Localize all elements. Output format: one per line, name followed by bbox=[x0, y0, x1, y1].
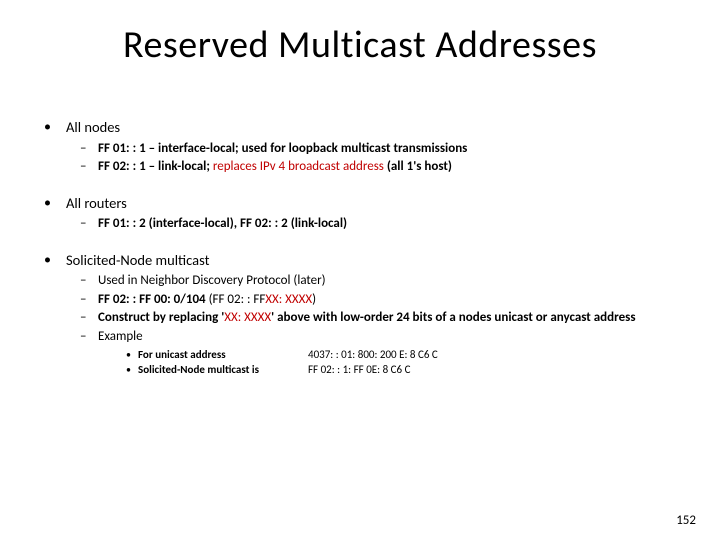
text: Example bbox=[98, 329, 143, 344]
example-value: FF 02: : 1: FF 0E: 8 C6 C bbox=[308, 363, 410, 376]
addr-desc-pre: – link-local; bbox=[146, 159, 213, 174]
example-value: 4037: : 01: 800: 200 E: 8 C6 C bbox=[308, 348, 438, 361]
sub-bullet: Used in Neighbor Discovery Protocol (lat… bbox=[66, 272, 680, 290]
example-row: For unicast address4037: : 01: 800: 200 … bbox=[98, 348, 680, 363]
text-pre: Construct by replacing ' bbox=[98, 310, 224, 325]
bullet-all-nodes: All nodes FF 01: : 1 – interface-local; … bbox=[42, 118, 680, 176]
addr-desc-post: (all 1's host) bbox=[384, 159, 452, 174]
addr-desc: – interface-local; used for loopback mul… bbox=[146, 141, 468, 156]
addr: FF 01: : 2 bbox=[98, 216, 146, 231]
sub-bullet: Example For unicast address4037: : 01: 8… bbox=[66, 328, 680, 378]
paren-close: ) bbox=[312, 292, 316, 307]
addr: FF 01: : 1 bbox=[98, 141, 146, 156]
sub-bullet: Construct by replacing 'XX: XXXX' above … bbox=[66, 309, 680, 327]
bullet-head: All nodes bbox=[66, 118, 120, 136]
bullet-head: Solicited-Node multicast bbox=[66, 251, 209, 269]
bullet-all-routers: All routers FF 01: : 2 (interface-local)… bbox=[42, 194, 680, 233]
text-post: ' above with low-order 24 bits of a node… bbox=[271, 310, 635, 325]
addr-mid: (interface-local), bbox=[146, 216, 240, 231]
example-label: For unicast address bbox=[138, 348, 308, 363]
addr-red: XX: XXXX bbox=[265, 292, 312, 307]
sub-bullet: FF 02: : FF 00: 0/104 (FF 02: : FFXX: XX… bbox=[66, 291, 680, 309]
paren-open: (FF 02: : FF bbox=[206, 292, 266, 307]
slide-title: Reserved Multicast Addresses bbox=[0, 22, 720, 68]
addr-desc-red: replaces IPv 4 broadcast address bbox=[213, 159, 384, 174]
example-row: Solicited-Node multicast isFF 02: : 1: F… bbox=[98, 363, 680, 378]
addr: FF 02: : 2 bbox=[240, 216, 288, 231]
sub-bullet: FF 02: : 1 – link-local; replaces IPv 4 … bbox=[66, 158, 680, 176]
addr-end: (link-local) bbox=[288, 216, 347, 231]
bullet-head: All routers bbox=[66, 194, 127, 212]
example-label: Solicited-Node multicast is bbox=[138, 363, 308, 378]
sub-bullet: FF 01: : 2 (interface-local), FF 02: : 2… bbox=[66, 215, 680, 233]
page-number: 152 bbox=[676, 513, 696, 528]
slide: Reserved Multicast Addresses All nodes F… bbox=[0, 0, 720, 540]
addr: FF 02: : FF 00: 0/104 bbox=[98, 292, 206, 307]
sub-bullet: FF 01: : 1 – interface-local; used for l… bbox=[66, 140, 680, 158]
addr: FF 02: : 1 bbox=[98, 159, 146, 174]
text-red: XX: XXXX bbox=[224, 310, 271, 325]
text: Used in Neighbor Discovery Protocol (lat… bbox=[98, 273, 326, 288]
bullet-solicited-node: Solicited-Node multicast Used in Neighbo… bbox=[42, 251, 680, 378]
slide-content: All nodes FF 01: : 1 – interface-local; … bbox=[42, 118, 680, 396]
